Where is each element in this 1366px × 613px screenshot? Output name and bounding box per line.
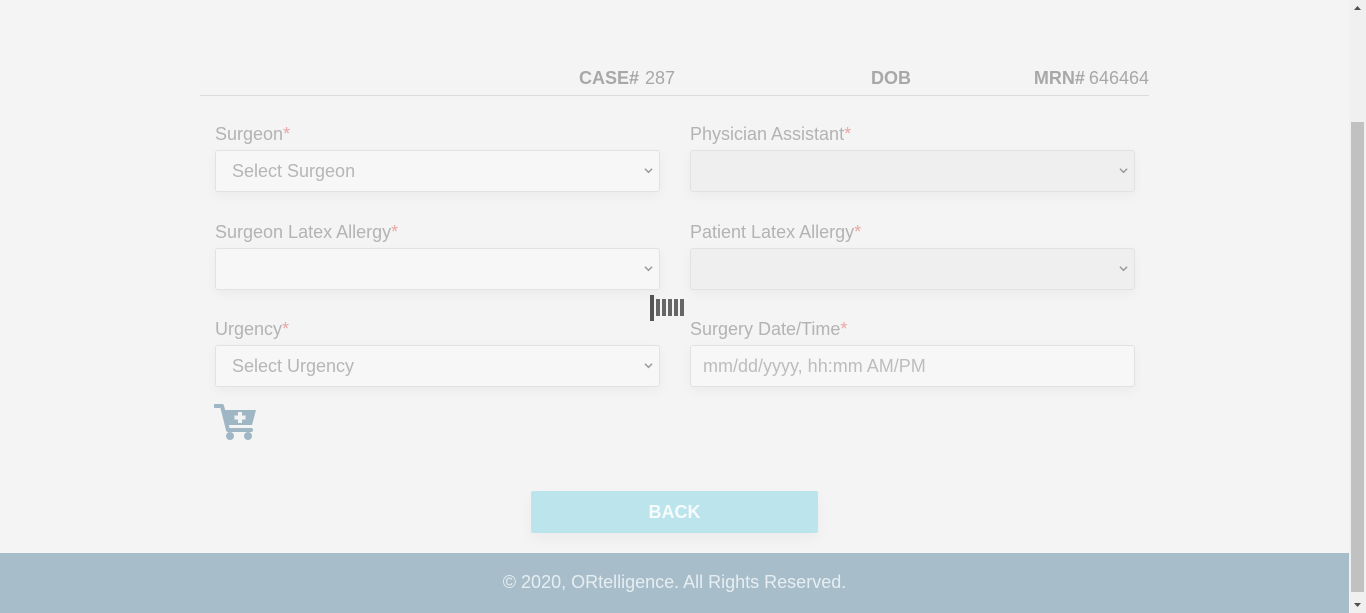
physician-assistant-field: Physician Assistant* <box>690 122 1135 192</box>
patient-latex-allergy-select[interactable] <box>690 248 1135 290</box>
required-marker: * <box>283 124 291 144</box>
urgency-label: Urgency <box>215 319 283 339</box>
dob: DOB <box>871 68 911 89</box>
required-marker: * <box>840 319 848 339</box>
surgery-datetime-input[interactable]: mm/dd/yyyy, hh:mm AM/PM <box>690 345 1135 387</box>
surgeon-select[interactable]: Select Surgeon <box>215 150 660 192</box>
footer: © 2020, ORtelligence. All Rights Reserve… <box>0 553 1349 613</box>
urgency-select[interactable]: Select Urgency <box>215 345 660 387</box>
back-button[interactable]: BACK <box>531 491 818 533</box>
surgery-datetime-field: Surgery Date/Time* mm/dd/yyyy, hh:mm AM/… <box>690 317 1135 387</box>
case-number: CASE# 287 <box>579 68 675 89</box>
case-number-value: 287 <box>645 68 676 88</box>
surgeon-latex-allergy-field: Surgeon Latex Allergy* <box>215 220 660 290</box>
mrn-value: 646464 <box>1088 68 1149 88</box>
surgeon-select-value: Select Surgeon <box>232 161 356 181</box>
physician-assistant-select[interactable] <box>690 150 1135 192</box>
patient-latex-allergy-label: Patient Latex Allergy <box>690 222 855 242</box>
footer-copyright: © 2020, ORtelligence. All Rights Reserve… <box>502 572 847 592</box>
scroll-up-arrow-icon[interactable] <box>1349 0 1366 17</box>
surgeon-label: Surgeon <box>215 124 284 144</box>
chevron-down-icon <box>644 363 653 369</box>
surgeon-latex-allergy-select[interactable] <box>215 248 660 290</box>
urgency-select-value: Select Urgency <box>232 356 355 376</box>
required-marker: * <box>391 222 399 242</box>
urgency-field: Urgency* Select Urgency <box>215 317 660 387</box>
required-marker: * <box>282 319 290 339</box>
mrn-label: MRN# <box>1033 68 1085 88</box>
scroll-down-arrow-icon[interactable] <box>1349 596 1366 613</box>
surgeon-field: Surgeon* Select Surgeon <box>215 122 660 192</box>
page: CASE# 287 DOB MRN# 646464 Surgeon* Select … <box>0 0 1349 613</box>
chevron-down-icon <box>644 168 653 174</box>
physician-assistant-label: Physician Assistant <box>690 124 845 144</box>
surgery-datetime-label: Surgery Date/Time <box>690 319 841 339</box>
case-number-label: CASE# <box>579 68 640 88</box>
surgery-datetime-placeholder: mm/dd/yyyy, hh:mm AM/PM <box>703 356 926 376</box>
dob-label: DOB <box>871 68 911 88</box>
case-header: CASE# 287 DOB MRN# 646464 <box>200 60 1149 96</box>
mrn: MRN# 646464 <box>1034 68 1149 89</box>
chevron-down-icon <box>1119 266 1128 272</box>
vertical-scrollbar[interactable] <box>1349 0 1366 613</box>
chevron-down-icon <box>1119 168 1128 174</box>
required-marker: * <box>854 222 862 242</box>
chevron-down-icon <box>644 266 653 272</box>
patient-latex-allergy-field: Patient Latex Allergy* <box>690 220 1135 290</box>
cart-plus-icon[interactable] <box>214 403 258 441</box>
surgeon-latex-allergy-label: Surgeon Latex Allergy <box>215 222 392 242</box>
required-marker: * <box>844 124 852 144</box>
scrollbar-thumb[interactable] <box>1351 122 1364 592</box>
